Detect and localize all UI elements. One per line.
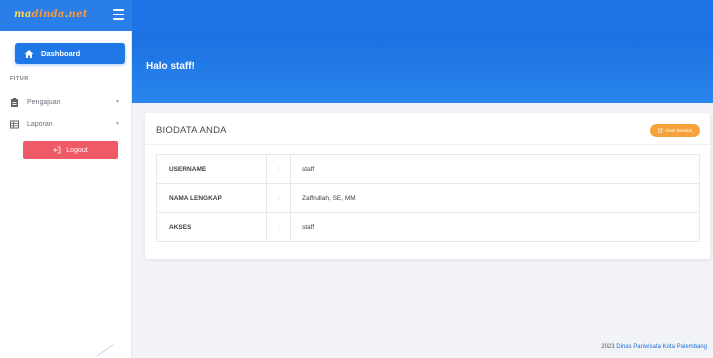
sidebar-item-label: Pengajuan [27,98,61,106]
row-separator: : [266,183,291,213]
sidebar-item-laporan[interactable]: Laporan ▾ [10,117,125,131]
footer-year: 2023 [601,344,615,350]
brand-area: madinda.net [0,0,132,31]
page-title: Halo staff! [146,61,195,72]
row-separator: : [266,212,291,242]
logout-button[interactable]: Logout [23,141,118,159]
menu-toggle-icon[interactable] [113,9,124,20]
table-row: AKSES : staff [156,212,700,242]
row-key: USERNAME [156,154,267,184]
row-key: NAMA LENGKAP [156,183,267,213]
brand-logo[interactable]: madinda.net [14,9,88,20]
table-row: USERNAME : staff [156,154,700,184]
footer: 2023 Dinas Pariwisata Kota Palembang [601,344,707,350]
card-title: BIODATA ANDA [156,125,227,136]
chevron-down-icon: ▾ [115,121,119,127]
section-label: FITUR [10,76,29,82]
page-header: Halo staff! [132,31,713,103]
row-key: AKSES [156,212,267,242]
sidebar-item-label: Laporan [27,120,53,128]
biodata-card: BIODATA ANDA Ubah Biodata USERNAME : sta… [145,113,710,259]
sidebar-item-label: Dashboard [41,49,81,58]
row-value: staff [290,212,700,242]
chevron-down-icon: ▾ [115,99,119,105]
table-icon [10,120,19,128]
clipboard-icon [11,97,18,107]
sidebar-item-pengajuan[interactable]: Pengajuan ▾ [10,95,125,109]
sidebar-item-dashboard[interactable]: Dashboard [15,43,125,64]
row-separator: : [266,154,291,184]
table-row: NAMA LENGKAP : Zaffrullah, SE, MM [156,183,700,213]
row-value: Zaffrullah, SE, MM [290,183,700,213]
edit-biodata-label: Ubah Biodata [664,128,693,133]
home-icon [24,49,34,58]
divider [145,144,710,145]
row-value: staff [290,154,700,184]
biodata-table: USERNAME : staff NAMA LENGKAP : Zaffrull… [156,154,700,242]
edit-biodata-button[interactable]: Ubah Biodata [650,124,700,137]
sidebar: Dashboard FITUR Pengajuan ▾ Laporan ▾ Lo… [0,31,132,358]
footer-org-link[interactable]: Dinas Pariwisata Kota Palembang [616,344,707,350]
logout-icon [53,146,61,154]
edit-icon [657,128,663,133]
logout-label: Logout [66,146,88,154]
